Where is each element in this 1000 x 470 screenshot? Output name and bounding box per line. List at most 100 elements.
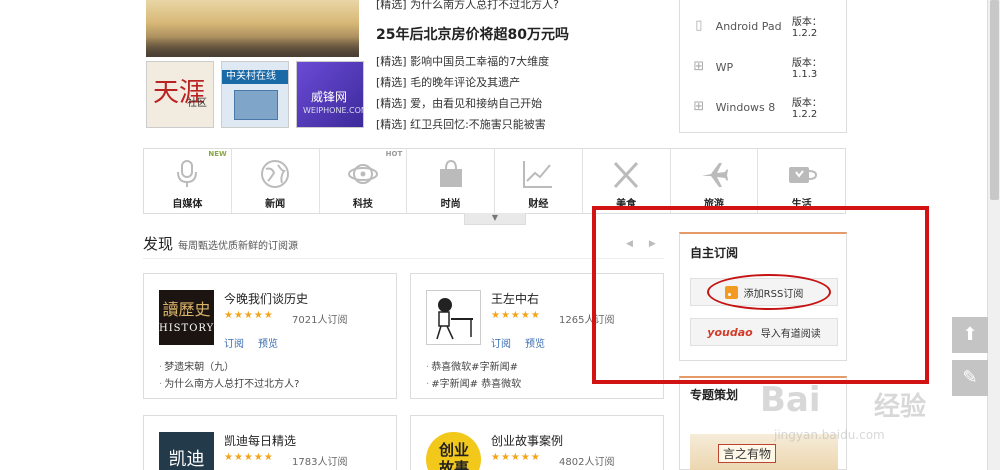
discover-subtitle: 每周甄选优质新鲜的订阅源 [178,241,298,252]
category-travel[interactable]: 旅游 [671,149,759,213]
category-finance[interactable]: 财经 [495,149,583,213]
category-label: 自媒体 [172,199,203,210]
weiphone-thumbnail[interactable]: 威锋网 WEIPHONE.COM [296,61,364,128]
windows-icon: ⊞ [693,59,705,74]
category-label: 科技 [352,199,373,210]
partner-thumbnails: 天涯 社区 中关村在线 威锋网 WEIPHONE.COM [146,61,364,128]
rating-stars: ★★★★★ [491,310,541,321]
platform-name: Windows 8 [715,100,776,114]
feed-card[interactable]: 创业故事 创业故事案例 ★★★★★ 4802人订阅 [410,415,664,470]
feed-card[interactable]: 凯迪 凯迪每日精选 ★★★★★ 1783人订阅 [143,415,397,470]
news-item[interactable]: [精选] 红卫兵回忆:不施害只能被害 [376,114,549,135]
edit-icon: ✎ [962,367,978,388]
watermark-text: 经验 [874,392,927,422]
weiphone-logo-sub: WEIPHONE.COM [303,106,364,115]
feed-name[interactable]: 今晚我们谈历史 [224,290,308,307]
article-link[interactable]: 恭喜微软#字新闻# [426,359,521,376]
kaidi-logo: 凯迪 [159,432,214,470]
rating-stars: ★★★★★ [224,452,274,463]
microphone-icon [144,158,231,190]
subscribe-link[interactable]: 订阅 [491,335,511,350]
new-badge: NEW [208,150,227,158]
history-logo: 讀歷史 HISTORY [159,290,214,345]
logo-text: HISTORY [159,323,215,334]
article-link[interactable]: 梦遗宋朝（九） [159,359,300,376]
handbag-icon [407,158,494,190]
airplane-icon [671,158,758,190]
news-item-clipped[interactable]: [精选] 为什么南方人总打不过北方人? [376,0,559,12]
rating-stars: ★★★★★ [491,452,541,463]
logo-text: 创业故事 [438,441,469,470]
startup-story-logo: 创业故事 [426,432,481,470]
panel-title: 专题策划 [690,388,739,402]
rating-stars: ★★★★★ [224,310,274,321]
zol-logo-label: 中关村在线 [222,70,288,84]
zol-thumbnail[interactable]: 中关村在线 [221,61,289,128]
category-food[interactable]: 美食 [583,149,671,213]
featured-image[interactable] [146,0,359,57]
feed-name[interactable]: 凯迪每日精选 [224,432,296,449]
news-item[interactable]: [精选] 影响中国员工幸福的7大维度 [376,51,549,72]
subscribe-link[interactable]: 订阅 [224,335,244,350]
windows-icon: ⊞ [693,99,705,114]
tianya-logo-label: 社区 [187,98,207,109]
preview-link[interactable]: 预览 [525,335,545,350]
category-label: 新闻 [265,199,286,210]
news-list: [精选] 影响中国员工幸福的7大维度 [精选] 毛的晚年评论及其遗产 [精选] … [376,51,549,135]
fork-knife-icon [583,158,670,190]
category-label: 财经 [528,199,549,210]
watermark-url: jingyan.baidu.com [774,428,885,442]
feed-name[interactable]: 王左中右 [491,290,539,307]
expand-categories-button[interactable]: ▼ [464,213,526,225]
category-label: 时尚 [440,199,461,210]
category-news[interactable]: 新闻 [232,149,320,213]
watermark-text: Bai [760,380,821,420]
page-scrollbar[interactable] [987,0,1000,470]
platform-wp[interactable]: ⊞ WP 版本：1.1.3 [680,47,846,87]
back-to-top-button[interactable]: ⬆ [952,317,988,353]
platform-downloads: ▯ Android Pad 版本：1.2.2 ⊞ WP 版本：1.1.3 ⊞ W… [679,0,847,133]
news-item[interactable]: [精选] 毛的晚年评论及其遗产 [376,72,549,93]
platform-name: Android Pad [715,19,782,33]
category-self-media[interactable]: NEW 自媒体 [144,149,232,213]
discover-title: 发现 [143,235,174,253]
subscriber-count: 4802人订阅 [559,457,615,468]
zol-screen-image [234,90,278,120]
globe-icon [232,158,319,190]
weiphone-logo-label: 威锋网 [311,90,348,104]
divider [143,258,664,259]
arrow-up-icon: ⬆ [962,324,978,345]
news-headline[interactable]: 25年后北京房价将超80万元吗 [376,24,569,44]
logo-text: 讀歷史 [162,300,211,319]
platform-name: WP [715,60,734,74]
highlight-ellipse [707,274,831,310]
news-item[interactable]: [精选] 爱，由看见和接纳自己开始 [376,93,549,114]
category-life[interactable]: 生活 [758,149,845,213]
baidu-watermark: Bai 经验 jingyan.baidu.com [760,380,960,460]
platform-version: 版本：1.2.2 [791,98,822,120]
tablet-icon: ▯ [695,18,703,33]
person-desk-logo [426,290,481,345]
platform-android-pad[interactable]: ▯ Android Pad 版本：1.2.2 [680,6,846,46]
coffee-cup-icon [758,158,845,190]
trend-chart-icon [495,158,582,190]
scrollbar-thumb[interactable] [990,0,999,200]
subscriber-count: 7021人订阅 [292,315,348,326]
platform-windows-8[interactable]: ⊞ Windows 8 版本：1.2.2 [680,87,846,127]
platform-version: 版本：1.1.3 [791,58,822,80]
platform-version: 版本：1.2.2 [791,17,822,39]
recent-articles: 恭喜微软#字新闻# #字新闻# 恭喜微软 [426,359,521,393]
subscriber-count: 1783人订阅 [292,457,348,468]
article-link[interactable]: #字新闻# 恭喜微软 [426,376,521,393]
hero-hills [146,37,359,57]
article-link[interactable]: 为什么南方人总打不过北方人? [159,376,299,393]
preview-link[interactable]: 预览 [258,335,278,350]
chevron-down-icon: ▼ [491,213,499,222]
tianya-thumbnail[interactable]: 天涯 社区 [146,61,214,128]
recent-articles: 梦遗宋朝（九） 为什么南方人总打不过北方人? [159,359,300,393]
atom-icon [320,158,407,190]
category-tech[interactable]: HOT 科技 [320,149,408,213]
category-fashion[interactable]: 时尚 [407,149,495,213]
feed-name[interactable]: 创业故事案例 [491,432,563,449]
feed-card[interactable]: 讀歷史 HISTORY 今晚我们谈历史 ★★★★★ 7021人订阅 订阅 预览 … [143,273,397,399]
